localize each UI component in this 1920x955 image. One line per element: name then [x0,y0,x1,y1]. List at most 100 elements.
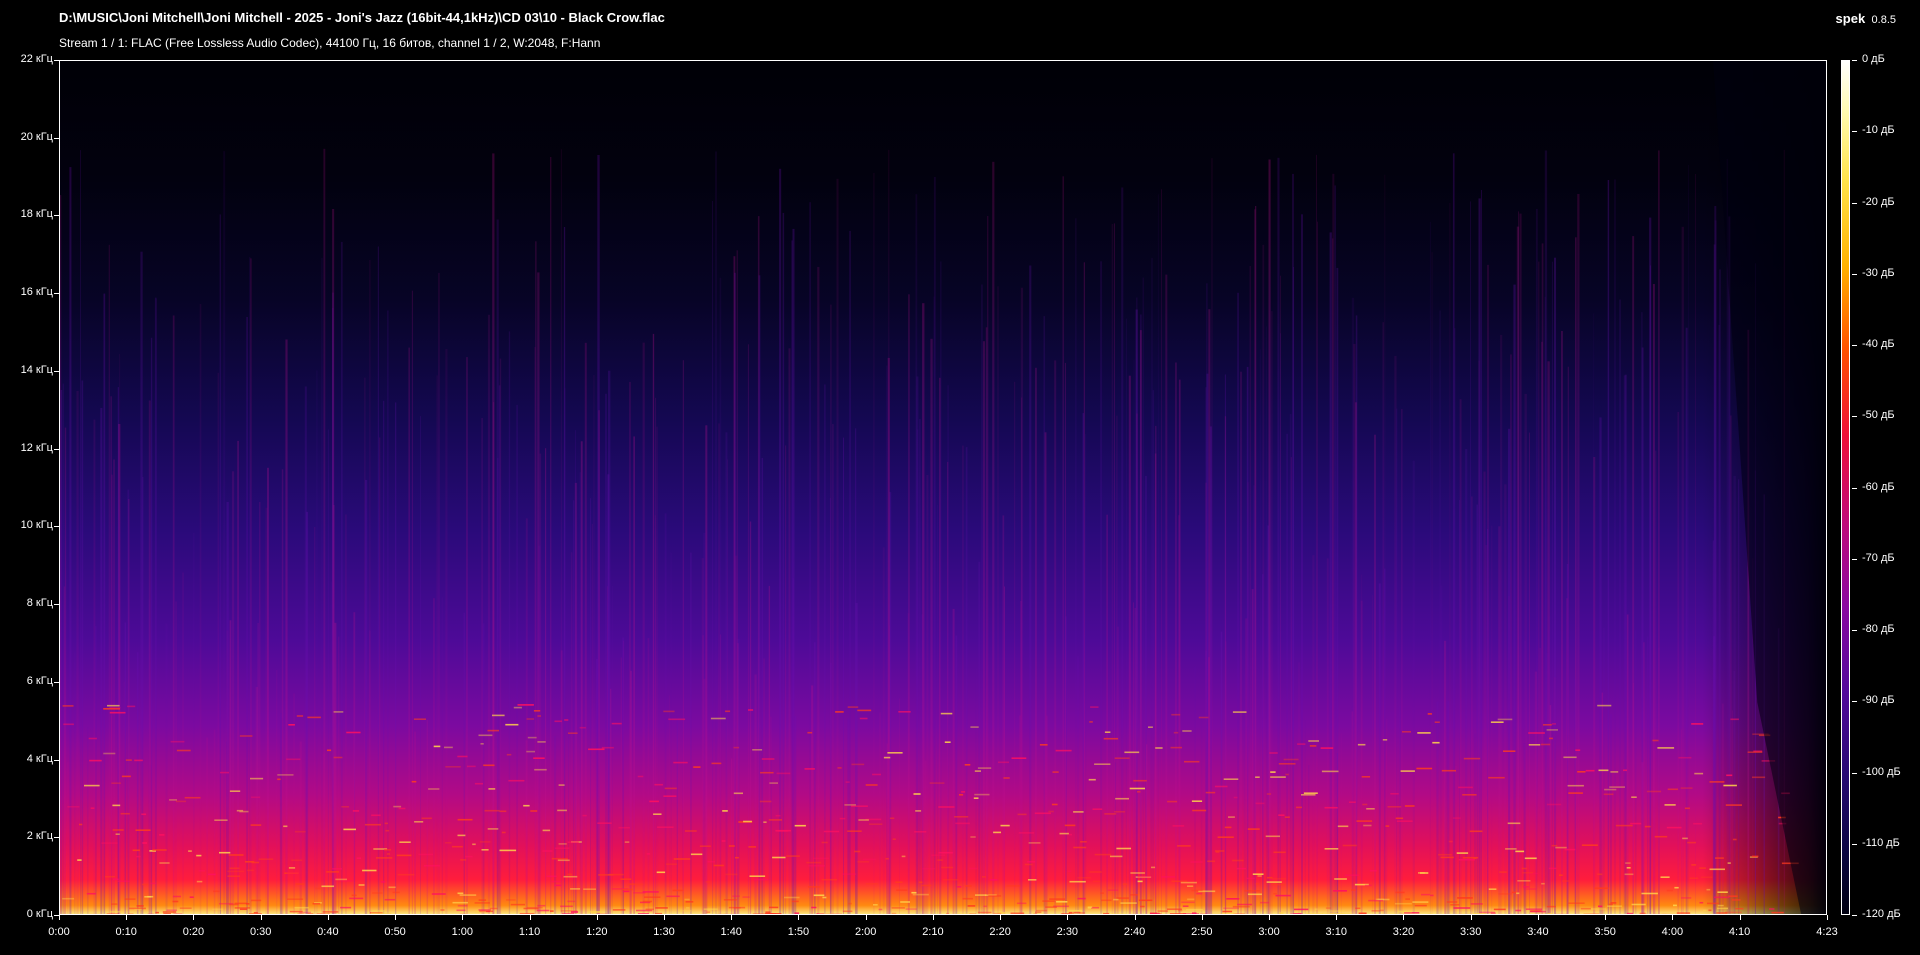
harmonic-dash [699,845,711,847]
spectral-streak [952,608,955,914]
time-tick [1403,915,1404,920]
harmonic-dash [1707,902,1719,905]
spectral-streak [276,670,278,914]
harmonic-dash [1610,902,1617,904]
harmonic-dash [898,711,911,713]
harmonic-dash [1543,724,1552,726]
harmonic-dash [989,879,998,881]
spectral-streak [1075,218,1077,914]
harmonic-dash [887,752,903,754]
spectral-streak [172,315,175,914]
harmonic-dash [229,790,241,792]
harmonic-dash [1522,872,1533,874]
spectral-streak [1632,683,1635,914]
harmonic-dash [889,817,895,820]
harmonic-dash [1246,877,1255,880]
spectral-streak [154,297,157,914]
harmonic-dash [506,753,512,756]
harmonic-dash [1771,911,1784,914]
harmonic-dash [1397,910,1412,913]
harmonic-dash [1499,871,1507,873]
harmonic-dash [1324,848,1339,850]
harmonic-dash [174,913,183,914]
harmonic-dash [1306,913,1323,914]
harmonic-dash [1727,862,1731,864]
harmonic-dash [1184,760,1200,763]
db-tick [1852,844,1857,845]
spectrogram-plot[interactable] [59,60,1827,915]
spectral-streak [1449,202,1451,914]
harmonic-dash [392,891,400,894]
spectral-streak [1429,221,1431,914]
spectral-streak [1146,744,1148,914]
spectral-streak [1510,354,1512,914]
spectral-streak [1551,261,1553,914]
spectral-streak [182,572,184,914]
harmonic-dash [940,712,953,715]
harmonic-dash [1525,908,1543,910]
time-tick [1135,915,1136,920]
app-version: 0.8.5 [1871,14,1896,26]
spectral-streak [1624,374,1627,914]
spectral-streak [1519,213,1522,914]
harmonic-dash [1196,892,1203,895]
harmonic-dash [479,841,491,843]
harmonic-dash [277,778,281,781]
harmonic-dash [537,904,546,907]
harmonic-dash [124,898,136,900]
spectral-streak [508,331,511,914]
spectral-streak [1243,674,1246,914]
harmonic-dash [1051,803,1058,806]
harmonic-dash [759,800,772,803]
harmonic-dash [1273,892,1277,895]
spectral-streak [246,317,249,914]
spectral-streak [516,404,518,914]
harmonic-dash [1284,816,1290,818]
harmonic-dash [508,779,525,782]
spectral-streak [836,178,839,914]
harmonic-dash [291,859,303,862]
harmonic-dash [1148,726,1153,728]
harmonic-dash [1010,912,1025,914]
harmonic-dash [1035,911,1042,914]
spectrogram-texture [60,61,1826,914]
harmonic-dash [974,770,981,772]
harmonic-dash [1660,876,1670,878]
time-tick-label: 0:20 [182,926,205,938]
spectral-streak [855,603,858,914]
spectral-streak [1529,432,1530,914]
freq-tick [54,760,59,761]
spectral-streak [1538,261,1540,914]
harmonic-dash [1034,812,1051,815]
harmonic-dash [176,749,191,752]
harmonic-dash [895,881,903,883]
harmonic-dash [1064,824,1076,827]
harmonic-dash [1456,852,1469,854]
harmonic-dash [1724,911,1742,914]
time-tick-label: 0:50 [384,926,406,938]
harmonic-dash [905,908,917,910]
harmonic-dash [63,723,74,726]
harmonic-dash [629,883,635,885]
spectral-streak [940,261,942,914]
harmonic-dash [1094,853,1112,856]
spectral-streak [1574,678,1576,914]
harmonic-dash [220,771,229,774]
harmonic-dash [942,878,959,881]
spectral-streak [1312,555,1315,914]
spectral-streak [231,471,235,914]
harmonic-dash [1232,859,1244,862]
harmonic-dash [1654,913,1660,914]
harmonic-dash [1182,730,1192,732]
freq-tick [54,215,59,216]
harmonic-dash [1732,899,1741,901]
time-tick [1269,915,1270,920]
spectral-streak [1534,671,1538,914]
harmonic-dash [1270,776,1286,778]
harmonic-dash [550,910,554,912]
harmonic-dash [1190,861,1203,863]
harmonic-dash [955,822,970,825]
harmonic-dash [307,716,321,719]
harmonic-dash [612,909,626,911]
harmonic-dash [567,841,579,843]
